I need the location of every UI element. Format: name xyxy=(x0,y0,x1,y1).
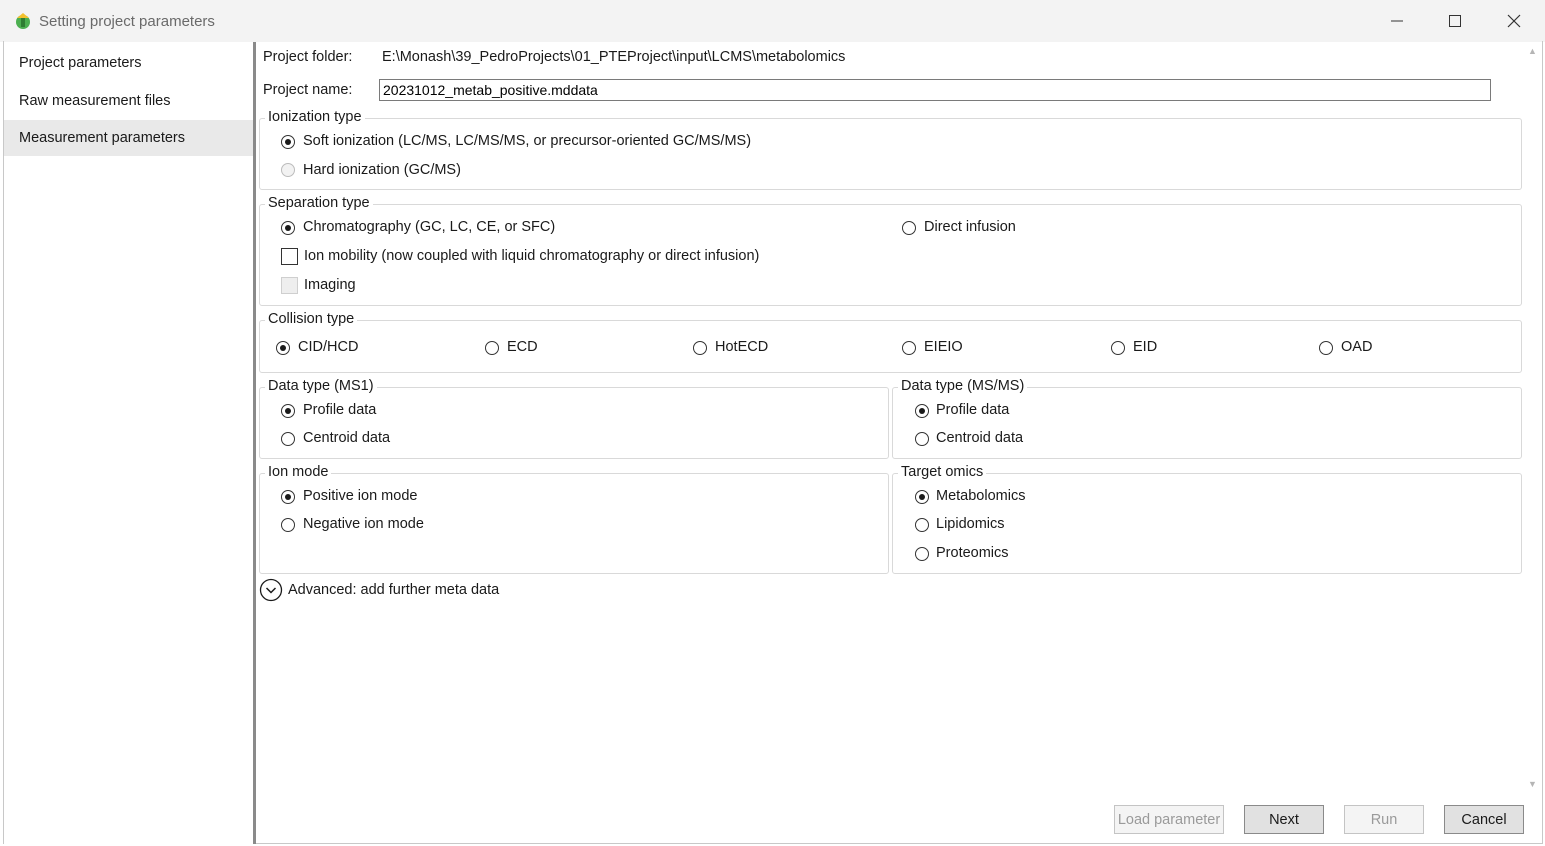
ion-mobility-label[interactable]: Ion mobility (now coupled with liquid ch… xyxy=(304,248,759,264)
scroll-down-icon[interactable]: ▼ xyxy=(1528,779,1537,789)
proteomics-radio[interactable] xyxy=(915,547,929,561)
scroll-up-icon[interactable]: ▲ xyxy=(1528,46,1537,56)
advanced-metadata-label[interactable]: Advanced: add further meta data xyxy=(288,582,499,598)
separation-type-legend: Separation type xyxy=(265,195,373,211)
ionization-type-legend: Ionization type xyxy=(265,109,365,125)
metabolomics-radio[interactable] xyxy=(915,490,929,504)
imaging-label: Imaging xyxy=(304,277,356,293)
maximize-icon xyxy=(1449,15,1461,27)
sidebar-item-raw-measurement-files[interactable]: Raw measurement files xyxy=(4,83,253,119)
positive-ion-mode-radio[interactable] xyxy=(281,490,295,504)
ion-mode-legend: Ion mode xyxy=(265,464,332,480)
soft-ionization-radio[interactable] xyxy=(281,135,295,149)
proteomics-label[interactable]: Proteomics xyxy=(936,545,1009,561)
window-title: Setting project parameters xyxy=(39,13,215,30)
collision-eid-label[interactable]: EID xyxy=(1133,339,1157,355)
project-folder-value: E:\Monash\39_PedroProjects\01_PTEProject… xyxy=(382,49,846,65)
minimize-button[interactable] xyxy=(1374,6,1420,36)
lipidomics-radio[interactable] xyxy=(915,518,929,532)
maximize-button[interactable] xyxy=(1432,6,1478,36)
minimize-icon xyxy=(1391,20,1403,22)
hard-ionization-label: Hard ionization (GC/MS) xyxy=(303,162,461,178)
collision-cid-hcd-label[interactable]: CID/HCD xyxy=(298,339,358,355)
close-icon xyxy=(1507,14,1521,28)
title-bar xyxy=(0,0,1545,42)
project-name-label: Project name: xyxy=(263,82,353,98)
collision-oad-radio[interactable] xyxy=(1319,341,1333,355)
msms-profile-label[interactable]: Profile data xyxy=(936,402,1009,418)
app-logo-icon xyxy=(16,13,30,29)
collision-ecd-label[interactable]: ECD xyxy=(507,339,538,355)
data-type-msms-group xyxy=(892,387,1522,459)
collision-eieio-radio[interactable] xyxy=(902,341,916,355)
msms-centroid-radio[interactable] xyxy=(915,432,929,446)
chromatography-label[interactable]: Chromatography (GC, LC, CE, or SFC) xyxy=(303,219,555,235)
load-parameter-button[interactable]: Load parameter xyxy=(1114,805,1224,834)
collision-hotecd-radio[interactable] xyxy=(693,341,707,355)
collision-hotecd-label[interactable]: HotECD xyxy=(715,339,768,355)
data-type-msms-legend: Data type (MS/MS) xyxy=(898,378,1028,394)
ionization-type-group xyxy=(259,118,1522,190)
target-omics-legend: Target omics xyxy=(898,464,987,480)
positive-ion-mode-label[interactable]: Positive ion mode xyxy=(303,488,417,504)
negative-ion-mode-label[interactable]: Negative ion mode xyxy=(303,516,424,532)
project-name-input[interactable] xyxy=(379,79,1491,101)
project-folder-label: Project folder: xyxy=(263,49,353,65)
ms1-centroid-label[interactable]: Centroid data xyxy=(303,430,390,446)
cancel-button[interactable]: Cancel xyxy=(1444,805,1524,834)
ms1-centroid-radio[interactable] xyxy=(281,432,295,446)
collision-ecd-radio[interactable] xyxy=(485,341,499,355)
collision-type-legend: Collision type xyxy=(265,311,358,327)
expand-chevron-icon[interactable] xyxy=(259,578,283,602)
next-button[interactable]: Next xyxy=(1244,805,1324,834)
sidebar: Project parameters Raw measurement files… xyxy=(4,42,256,844)
negative-ion-mode-radio[interactable] xyxy=(281,518,295,532)
direct-infusion-label[interactable]: Direct infusion xyxy=(924,219,1016,235)
collision-eid-radio[interactable] xyxy=(1111,341,1125,355)
direct-infusion-radio[interactable] xyxy=(902,221,916,235)
soft-ionization-label[interactable]: Soft ionization (LC/MS, LC/MS/MS, or pre… xyxy=(303,133,751,149)
sidebar-item-measurement-parameters[interactable]: Measurement parameters xyxy=(4,120,253,156)
collision-oad-label[interactable]: OAD xyxy=(1341,339,1372,355)
sidebar-item-project-parameters[interactable]: Project parameters xyxy=(4,45,253,81)
lipidomics-label[interactable]: Lipidomics xyxy=(936,516,1005,532)
run-button[interactable]: Run xyxy=(1344,805,1424,834)
msms-profile-radio[interactable] xyxy=(915,404,929,418)
ms1-profile-label[interactable]: Profile data xyxy=(303,402,376,418)
data-type-ms1-legend: Data type (MS1) xyxy=(265,378,377,394)
collision-cid-hcd-radio[interactable] xyxy=(276,341,290,355)
msms-centroid-label[interactable]: Centroid data xyxy=(936,430,1023,446)
close-button[interactable] xyxy=(1491,6,1537,36)
data-type-ms1-group xyxy=(259,387,889,459)
ms1-profile-radio[interactable] xyxy=(281,404,295,418)
metabolomics-label[interactable]: Metabolomics xyxy=(936,488,1025,504)
hard-ionization-radio xyxy=(281,163,295,177)
collision-eieio-label[interactable]: EIEIO xyxy=(924,339,963,355)
ion-mobility-checkbox[interactable] xyxy=(281,248,298,265)
imaging-checkbox xyxy=(281,277,298,294)
chromatography-radio[interactable] xyxy=(281,221,295,235)
